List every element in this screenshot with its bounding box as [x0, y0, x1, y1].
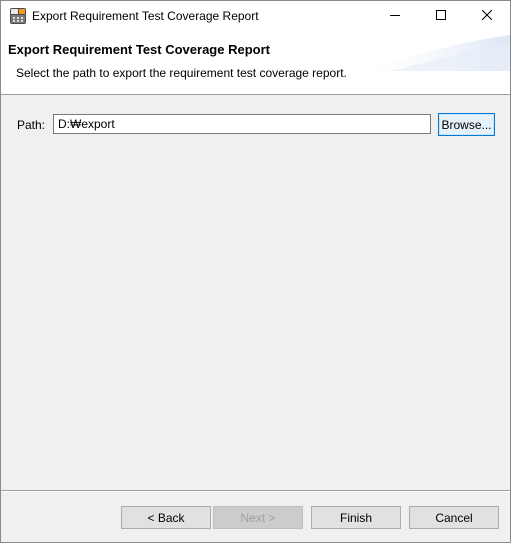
cancel-button[interactable]: Cancel: [409, 506, 499, 529]
maximize-icon: [436, 9, 446, 23]
browse-button[interactable]: Browse...: [438, 113, 495, 136]
footer-divider: [1, 490, 510, 492]
path-label: Path:: [17, 118, 46, 132]
page-description: Select the path to export the requiremen…: [16, 66, 347, 80]
close-button[interactable]: [464, 1, 510, 31]
export-dialog: Export Requirement Test Coverage Report: [0, 0, 511, 543]
app-icon: [10, 8, 26, 24]
page-title: Export Requirement Test Coverage Report: [8, 42, 270, 57]
banner-graphic: [350, 35, 510, 71]
window-title: Export Requirement Test Coverage Report: [32, 9, 259, 23]
path-input[interactable]: [53, 114, 431, 134]
wizard-banner: Export Requirement Test Coverage Report …: [1, 31, 510, 95]
close-icon: [481, 9, 493, 23]
next-button[interactable]: Next >: [213, 506, 303, 529]
title-bar[interactable]: Export Requirement Test Coverage Report: [1, 1, 510, 31]
maximize-button[interactable]: [418, 1, 464, 31]
finish-button[interactable]: Finish: [311, 506, 401, 529]
back-button[interactable]: < Back: [121, 506, 211, 529]
minimize-button[interactable]: [372, 1, 418, 31]
minimize-icon: [390, 9, 400, 23]
